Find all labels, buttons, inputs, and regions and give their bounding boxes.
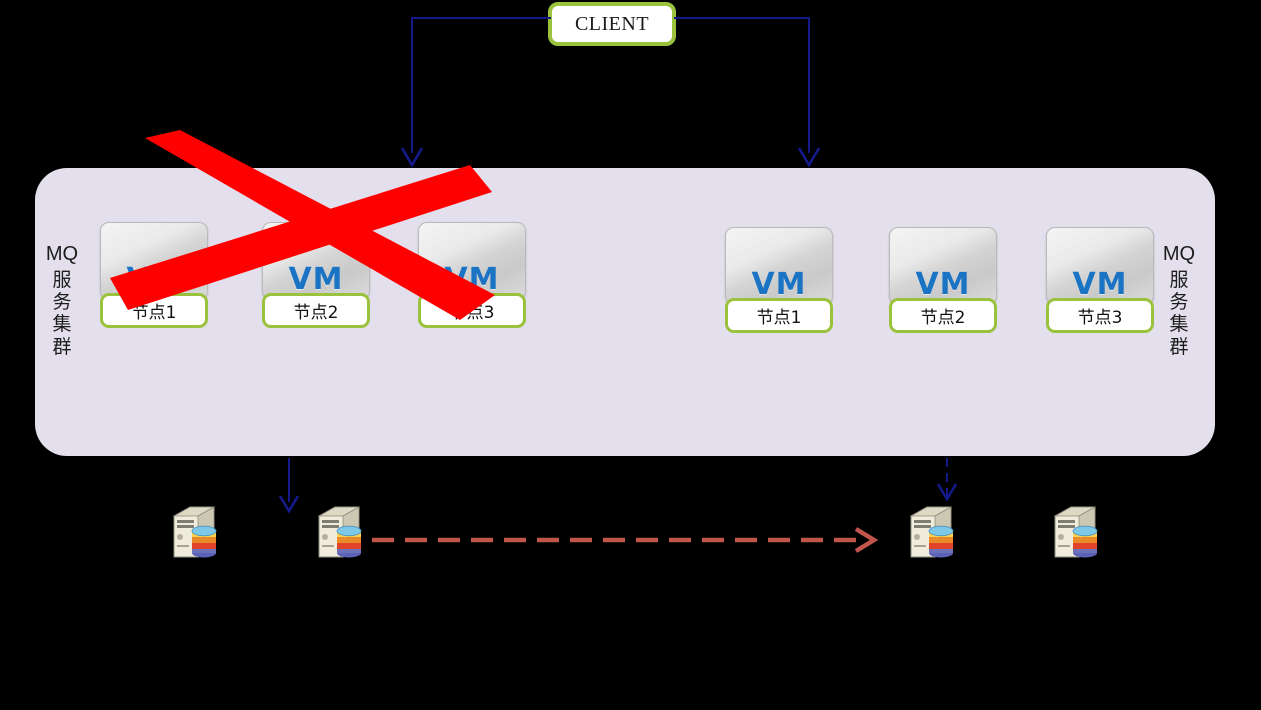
vm-node-caption: 节点2: [889, 298, 997, 333]
mq-right-side-label: MQ 服 务 集 群: [1157, 243, 1201, 358]
vm-chassis-icon: VM: [418, 222, 526, 300]
client-right-connector-vertical: [808, 17, 810, 153]
active-db-arrowhead-icon: [936, 483, 958, 502]
client-left-connector-horizontal: [411, 17, 551, 19]
diagram-canvas: CLIENT MQ 服 务 集 群 MQ 服 务 集 群 VM 节点1 VM 节…: [0, 0, 1261, 710]
mq-right-label-en: MQ: [1162, 243, 1196, 265]
mq-right-label-cn-3: 群: [1169, 335, 1189, 358]
vm-node-active-3[interactable]: VM 节点3: [1046, 227, 1154, 337]
vm-chassis-icon: VM: [1046, 227, 1154, 305]
client-right-arrowhead-icon: [797, 147, 821, 168]
client-left-arrowhead-icon: [400, 147, 424, 168]
mq-left-label-cn-1: 务: [52, 291, 72, 313]
client-left-connector-vertical: [411, 17, 413, 153]
vm-node-caption: 节点1: [100, 293, 208, 328]
vm-node-active-2[interactable]: VM 节点2: [889, 227, 997, 337]
client-right-connector-horizontal: [674, 17, 810, 19]
vm-chassis-icon: VM: [262, 222, 370, 300]
mq-left-label-cn-2: 集: [52, 313, 72, 336]
client-box[interactable]: CLIENT: [548, 2, 676, 46]
vm-chassis-icon: VM: [889, 227, 997, 305]
mq-left-label-cn-3: 群: [52, 335, 72, 358]
failed-db-arrowhead-icon: [278, 495, 300, 514]
mq-right-label-cn-1: 务: [1169, 291, 1189, 313]
mq-left-label-en: MQ: [45, 243, 79, 265]
mq-right-label-cn-2: 集: [1169, 313, 1189, 336]
vm-node-caption: 节点2: [262, 293, 370, 328]
mq-cluster-panel: [35, 168, 1215, 456]
vm-node-caption: 节点3: [1046, 298, 1154, 333]
db-server-icon-4[interactable]: [1049, 504, 1103, 562]
dashed-replication-arrow-icon: [372, 527, 879, 553]
vm-chassis-icon: VM: [100, 222, 208, 300]
vm-node-active-1[interactable]: VM 节点1: [725, 227, 833, 337]
vm-chassis-icon: VM: [725, 227, 833, 305]
mq-left-side-label: MQ 服 务 集 群: [40, 243, 84, 358]
client-label: CLIENT: [574, 12, 650, 35]
vm-node-failed-1[interactable]: VM 节点1: [100, 222, 208, 332]
vm-node-caption: 节点1: [725, 298, 833, 333]
db-server-icon-1[interactable]: [168, 504, 222, 562]
db-server-icon-3[interactable]: [905, 504, 959, 562]
mq-right-label-cn-0: 服: [1169, 268, 1189, 291]
vm-node-caption: 节点3: [418, 293, 526, 328]
mq-left-label-cn-0: 服: [52, 268, 72, 291]
vm-node-failed-3[interactable]: VM 节点3: [418, 222, 526, 332]
db-server-icon-2[interactable]: [313, 504, 367, 562]
vm-node-failed-2[interactable]: VM 节点2: [262, 222, 370, 332]
